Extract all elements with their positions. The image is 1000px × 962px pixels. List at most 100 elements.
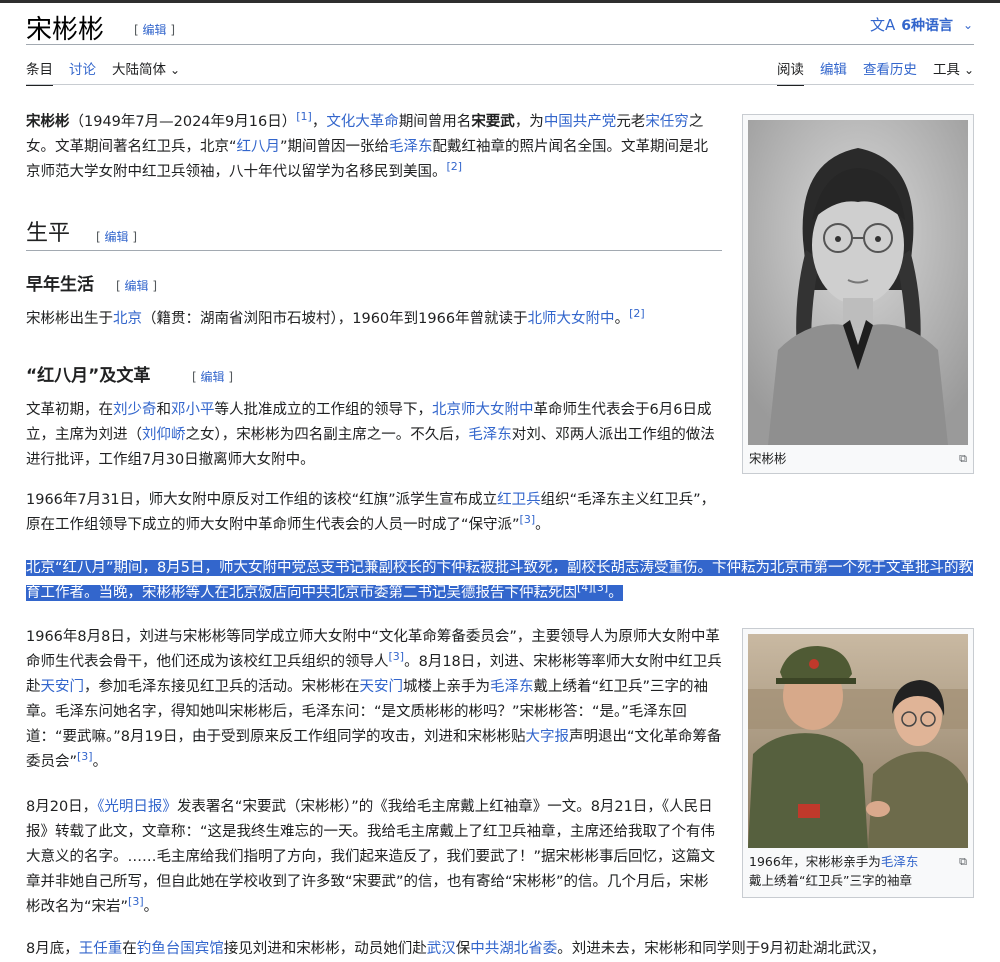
paragraph-early-cr: 文革初期，在刘少奇和邓小平等人批准成立的工作组的领导下，北京师大女附中革命师生代… (26, 398, 722, 473)
link-red-august[interactable]: 红八月 (237, 139, 281, 155)
link-mao[interactable]: 毛泽东 (490, 679, 534, 695)
link-deng-xiaoping[interactable]: 邓小平 (171, 402, 215, 418)
tiananmen-photo[interactable] (748, 634, 968, 848)
reference[interactable]: [3] (128, 895, 144, 908)
text: 期间曾用名 (398, 114, 472, 130)
link-guangming-daily[interactable]: 《光明日报》 (97, 799, 177, 815)
link-ccp[interactable]: 中国共产党 (544, 114, 617, 130)
text: ”期间曾因一张给 (280, 139, 390, 155)
section-heading-life: 生平 (26, 221, 71, 246)
paragraph-aug-18: 1966年8月8日，刘进与宋彬彬等同学成立师大女附中“文化革命筹备委员会”，主要… (26, 625, 722, 775)
reference[interactable]: [3] (593, 581, 609, 594)
edit-label[interactable]: 编辑 (125, 279, 149, 293)
view-tabs: 阅读 编辑 查看历史 工具 ⌄ (776, 58, 974, 86)
text: （籍贯：湖南省浏阳市石坡村），1960年到1966年曾就读于 (142, 311, 528, 327)
language-label[interactable]: 6种语言 (901, 15, 953, 35)
text: 和 (156, 402, 172, 418)
text: ，为 (514, 114, 544, 130)
edit-label[interactable]: 编辑 (201, 370, 225, 384)
text: 。 (143, 899, 159, 915)
section-divider (26, 250, 722, 251)
text: 元老 (616, 114, 646, 130)
caption-text: 戴上绣着“红卫兵”三字的袖章 (749, 873, 912, 888)
namespace-tabs: 条目 讨论 大陆简体 ⌄ (26, 58, 180, 86)
tab-tools[interactable]: 工具 ⌄ (933, 58, 974, 86)
title-edit-link[interactable]: [ 编辑 ] (134, 21, 175, 38)
section-edit-link[interactable]: [ 编辑 ] (192, 368, 233, 385)
text: ， (311, 114, 327, 130)
text: 1966年7月31日，师大女附中原反对工作组的该校“红旗”派学生宣布成立 (26, 492, 498, 508)
text: 。 (535, 517, 550, 533)
reference[interactable]: [3] (389, 650, 405, 663)
text: 文革初期，在 (26, 402, 113, 418)
enlarge-icon[interactable]: ⧉ (959, 852, 967, 871)
section-edit-link[interactable]: [ 编辑 ] (116, 277, 157, 294)
early-life-paragraph: 宋彬彬出生于北京（籍贯：湖南省浏阳市石坡村），1960年到1966年曾就读于北师… (26, 307, 722, 332)
text: ，参加毛泽东接见红卫兵的活动。宋彬彬在 (84, 679, 360, 695)
paragraph-selected: 北京“红八月”期间，8月5日，师大女附中党总支书记兼副校长的卞仲耘被批斗致死，副… (26, 556, 976, 606)
text: 。 (608, 585, 623, 601)
tab-talk[interactable]: 讨论 (69, 58, 96, 86)
subject-name: 宋彬彬 (26, 114, 70, 130)
link-cultural-revolution[interactable]: 文化大革命 (326, 114, 399, 130)
link-school[interactable]: 北师大女附中 (528, 311, 615, 327)
reference[interactable]: [4] (577, 581, 593, 594)
link-tiananmen[interactable]: 天安门 (41, 679, 85, 695)
language-icon: 文A (870, 16, 896, 34)
text: 。 (92, 754, 108, 770)
link-big-character-poster[interactable]: 大字报 (525, 729, 569, 745)
link-mao[interactable]: 毛泽东 (468, 427, 512, 443)
text: 北京“红八月”期间，8月5日，师大女附中党总支书记兼副校长的卞仲耘被批斗致死，副… (26, 560, 973, 601)
section-edit-link[interactable]: [ 编辑 ] (96, 228, 137, 245)
variant-label[interactable]: 大陆简体 (112, 62, 166, 78)
infobox-figure: 宋彬彬 ⧉ (742, 114, 974, 474)
link-school[interactable]: 北京师大女附中 (432, 402, 534, 418)
link-mao[interactable]: 毛泽东 (881, 854, 919, 869)
alias-name: 宋要武 (471, 114, 515, 130)
title-edit-label[interactable]: 编辑 (143, 23, 167, 37)
caption-text: 宋彬彬 (749, 451, 787, 466)
link-liu-shaoqi[interactable]: 刘少奇 (113, 402, 157, 418)
caption-text: 1966年，宋彬彬亲手为 (749, 854, 881, 869)
tab-history[interactable]: 查看历史 (863, 58, 917, 86)
selected-text: 北京“红八月”期间，8月5日，师大女附中党总支书记兼副校长的卞仲耘被批斗致死，副… (26, 560, 973, 601)
chevron-down-icon: ⌄ (170, 63, 181, 77)
top-border (0, 0, 1000, 3)
link-mao[interactable]: 毛泽东 (389, 139, 433, 155)
text: 。 (614, 311, 630, 327)
link-tiananmen[interactable]: 天安门 (360, 679, 404, 695)
reference[interactable]: [3] (520, 513, 536, 526)
figure-caption: 宋彬彬 ⧉ (743, 445, 973, 468)
section-heading-early-life: 早年生活 (26, 275, 94, 295)
link-beijing[interactable]: 北京 (113, 311, 142, 327)
link-song-renqiong[interactable]: 宋任穷 (645, 114, 689, 130)
enlarge-icon[interactable]: ⧉ (959, 449, 967, 468)
chevron-down-icon: ⌄ (963, 17, 974, 32)
tab-edit[interactable]: 编辑 (820, 58, 847, 86)
reference[interactable]: [3] (77, 750, 93, 763)
tools-label[interactable]: 工具 (933, 62, 960, 78)
text: 等人批准成立的工作组的领导下， (214, 402, 433, 418)
link-red-guards[interactable]: 红卫兵 (497, 492, 541, 508)
reference[interactable]: [2] (629, 307, 645, 320)
tab-variant[interactable]: 大陆简体 ⌄ (112, 58, 180, 86)
language-button[interactable]: 文A 6种语言 ⌄ (870, 14, 973, 35)
text: （1949年7月—2024年9月16日） (69, 114, 297, 130)
tab-article[interactable]: 条目 (26, 58, 53, 86)
paragraph-aug-end: 8月底，王任重在钓鱼台国宾馆接见刘进和宋彬彬，动员她们赴武汉保中共湖北省委。刘进… (26, 937, 976, 962)
link-liu-yangqiao[interactable]: 刘仰峤 (142, 427, 186, 443)
reference[interactable]: [2] (447, 160, 463, 173)
portrait-photo[interactable] (748, 120, 968, 445)
text: 城楼上亲手为 (403, 679, 490, 695)
figure-caption: 1966年，宋彬彬亲手为毛泽东戴上绣着“红卫兵”三字的袖章 ⧉ (743, 848, 973, 890)
edit-label[interactable]: 编辑 (105, 230, 129, 244)
lead-paragraph: 宋彬彬（1949年7月—2024年9月16日）[1]，文化大革命期间曾用名宋要武… (26, 110, 722, 185)
text: 之女），宋彬彬为四名副主席之一。不久后， (185, 427, 469, 443)
reference[interactable]: [1] (296, 110, 312, 123)
tabs-divider (26, 84, 974, 85)
chevron-down-icon: ⌄ (963, 63, 974, 77)
tab-read[interactable]: 阅读 (776, 58, 804, 86)
page-title: 宋彬彬 (26, 15, 105, 45)
figure-tiananmen: 1966年，宋彬彬亲手为毛泽东戴上绣着“红卫兵”三字的袖章 ⧉ (742, 628, 974, 898)
text: 8月20日， (26, 799, 98, 815)
